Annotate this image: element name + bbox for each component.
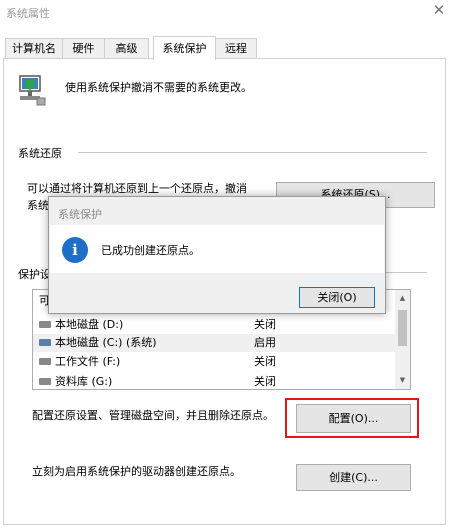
table-row[interactable]: 资料库 (G:) 关闭 (33, 373, 395, 389)
table-row[interactable]: 本地磁盘 (C:) (系统) 启用 (33, 334, 395, 352)
dialog-body: i 已成功创建还原点。 (50, 225, 384, 273)
scroll-down-icon[interactable]: ▼ (395, 376, 410, 384)
restore-description-line1: 可以通过将计算机还原到上一个还原点，撤消 (27, 182, 247, 195)
table-row[interactable]: 本地磁盘 (D:) 关闭 (33, 316, 395, 334)
tab-computer-name[interactable]: 计算机名 (5, 38, 63, 59)
create-description: 立刻为启用系统保护的驱动器创建还原点。 (32, 465, 241, 478)
dialog-title: 系统保护 (58, 208, 102, 221)
tab-system-protection[interactable]: 系统保护 (153, 36, 216, 60)
dialog-close-button[interactable]: 关闭(O) (299, 287, 375, 308)
table-row[interactable]: 工作文件 (F:) 关闭 (33, 353, 395, 371)
system-protection-dialog: 系统保护 i 已成功创建还原点。 关闭(O) (48, 196, 386, 314)
create-button[interactable]: 创建(C)... (296, 464, 411, 491)
dialog-message: 已成功创建还原点。 (101, 244, 200, 257)
scroll-thumb[interactable] (398, 310, 407, 346)
drive-icon (39, 378, 51, 385)
system-protection-icon (19, 75, 46, 106)
tab-advanced[interactable]: 高级 (104, 38, 149, 59)
window-title: 系统属性 (6, 7, 50, 20)
scroll-up-icon[interactable]: ▲ (395, 294, 410, 302)
system-drive-icon (39, 339, 51, 346)
close-icon[interactable]: ✕ (432, 3, 446, 18)
restore-section-label: 系统还原 (18, 145, 66, 161)
list-scrollbar[interactable]: ▲ ▼ (395, 290, 410, 389)
tab-hardware[interactable]: 硬件 (62, 38, 105, 59)
restore-description-line2: 系统 (27, 199, 49, 212)
restore-divider (78, 152, 427, 153)
intro-text: 使用系统保护撤消不需要的系统更改。 (65, 81, 252, 94)
configure-description: 配置还原设置、管理磁盘空间，并且删除还原点。 (32, 409, 274, 422)
highlight-box (285, 398, 419, 438)
tab-remote[interactable]: 远程 (215, 38, 257, 59)
drive-icon (39, 321, 51, 328)
drive-icon (39, 358, 51, 365)
info-icon: i (62, 237, 88, 263)
